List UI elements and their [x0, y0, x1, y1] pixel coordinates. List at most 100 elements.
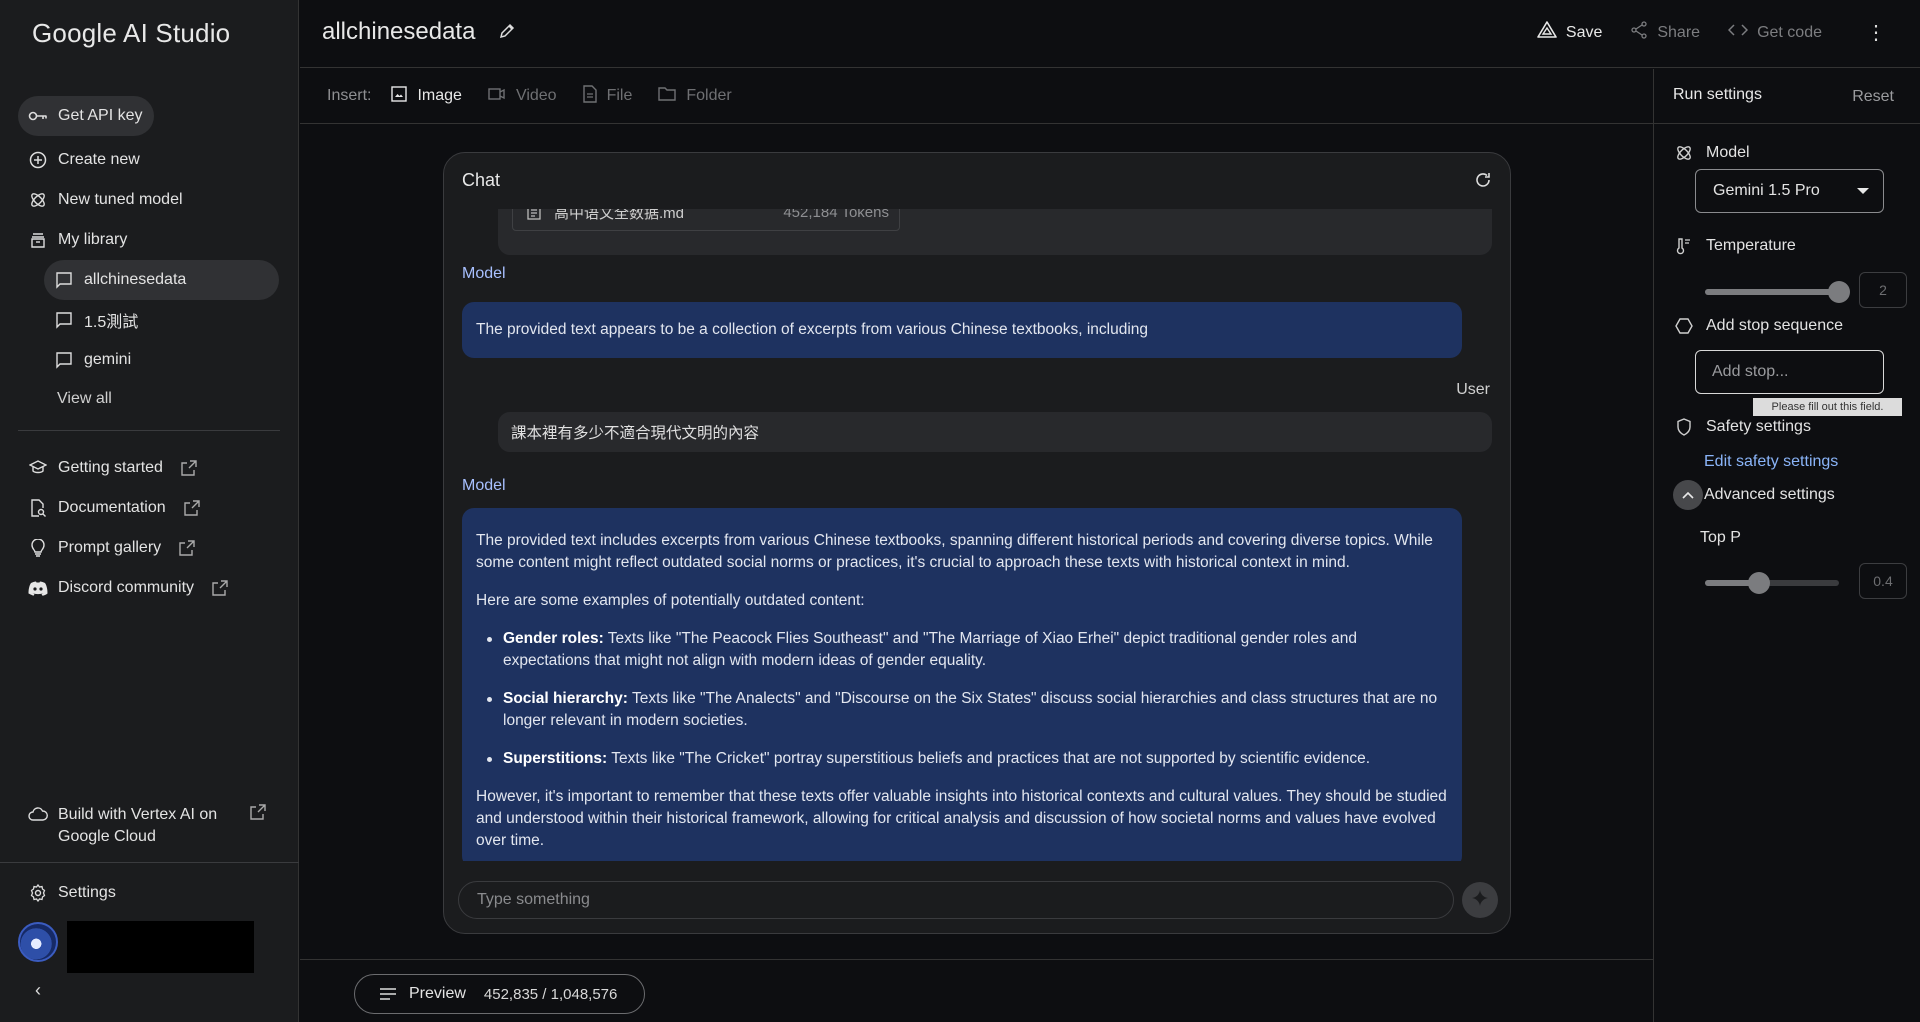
insert-folder-label: Folder — [686, 87, 732, 104]
chat-icon — [54, 350, 74, 370]
model-message: The provided text includes excerpts from… — [462, 508, 1462, 861]
model-select-dropdown[interactable]: Gemini 1.5 Pro — [1695, 169, 1884, 213]
insert-label: Insert: — [327, 87, 372, 104]
sparkle-icon — [1471, 889, 1489, 912]
role-label-model: Model — [462, 477, 506, 494]
chat-messages[interactable]: 高中语文全数据.md 452,184 Tokens Model The prov… — [444, 209, 1510, 861]
bullet-title: Social hierarchy: — [503, 690, 628, 707]
lightbulb-icon — [28, 538, 48, 558]
edit-pencil-icon[interactable] — [498, 22, 518, 42]
add-circle-icon — [28, 150, 48, 170]
run-button[interactable] — [1462, 882, 1498, 918]
temperature-slider-thumb[interactable] — [1828, 281, 1850, 303]
app-logo[interactable]: Google AI Studio — [32, 18, 230, 49]
settings-button[interactable]: Settings — [18, 873, 128, 913]
external-link-icon — [250, 804, 266, 848]
temperature-slider-fill — [1705, 289, 1839, 295]
save-button[interactable]: Save — [1537, 21, 1602, 44]
new-tuned-model-button[interactable]: New tuned model — [18, 180, 195, 220]
external-link-icon — [181, 460, 197, 476]
discord-community-link[interactable]: Discord community — [18, 568, 240, 608]
chat-title: Chat — [462, 170, 501, 190]
prompt-gallery-link[interactable]: Prompt gallery — [18, 528, 207, 568]
get-code-label: Get code — [1757, 23, 1822, 41]
new-tuned-model-label: New tuned model — [58, 191, 183, 208]
preview-button[interactable]: Preview 452,835 / 1,048,576 — [354, 974, 645, 1014]
bullet-text: Texts like "The Cricket" portray superst… — [607, 750, 1371, 767]
library-item-allchinesedata[interactable]: allchinesedata — [44, 260, 279, 300]
video-icon — [488, 87, 506, 106]
add-stop-input[interactable] — [1695, 350, 1884, 394]
insert-image-button[interactable]: Image — [391, 85, 462, 107]
sidebar-divider — [0, 862, 299, 863]
document-icon — [526, 209, 542, 220]
insert-video-label: Video — [515, 87, 557, 104]
attached-file-chip[interactable]: 高中语文全数据.md 452,184 Tokens — [512, 209, 900, 231]
view-all-link[interactable]: View all — [57, 390, 112, 408]
refresh-icon[interactable] — [1474, 171, 1494, 191]
getting-started-link[interactable]: Getting started — [18, 448, 209, 488]
outdated-content-list: Gender roles: Texts like "The Peacock Fl… — [476, 628, 1448, 770]
menu-lines-icon — [379, 987, 397, 1001]
hexagon-icon — [1674, 316, 1694, 336]
discord-icon — [28, 578, 48, 598]
temperature-slider[interactable] — [1705, 281, 1850, 303]
insert-video-button[interactable]: Video — [488, 87, 557, 106]
share-button[interactable]: Share — [1630, 21, 1700, 44]
top-p-slider[interactable] — [1705, 572, 1839, 594]
advanced-settings-chevron-up-icon[interactable] — [1673, 480, 1703, 510]
prompt-gallery-label: Prompt gallery — [58, 539, 162, 556]
shield-icon — [1674, 417, 1694, 437]
gear-icon — [28, 883, 48, 903]
discord-community-label: Discord community — [58, 579, 195, 596]
library-item-1-5-test[interactable]: 1.5測試 — [44, 300, 279, 340]
documentation-link[interactable]: Documentation — [18, 488, 212, 528]
insert-folder-button[interactable]: Folder — [658, 86, 732, 106]
bullet-text: Texts like "The Analects" and "Discourse… — [503, 690, 1438, 729]
sidebar: Google AI Studio Get API key Create new … — [0, 0, 299, 1022]
list-item: Gender roles: Texts like "The Peacock Fl… — [476, 628, 1448, 672]
vertex-ai-label: Build with Vertex AI on Google Cloud — [58, 806, 218, 845]
model-reply-intro: The provided text includes excerpts from… — [476, 532, 1433, 571]
top-p-value-input[interactable]: 0.4 — [1859, 563, 1907, 599]
document-search-icon — [28, 498, 48, 518]
my-library-button[interactable]: My library — [18, 220, 139, 260]
share-label: Share — [1657, 23, 1701, 41]
user-avatar[interactable] — [18, 922, 58, 962]
edit-safety-settings-link[interactable]: Edit safety settings — [1704, 453, 1838, 471]
file-icon — [582, 84, 597, 108]
model-atom-icon — [1674, 143, 1694, 163]
get-code-button[interactable]: Get code — [1728, 23, 1822, 42]
role-label-model: Model — [462, 265, 506, 282]
user-message-text: 課本裡有多少不適合現代文明的內容 — [511, 425, 760, 442]
vertex-ai-link[interactable]: Build with Vertex AI on Google Cloud — [28, 804, 278, 848]
reset-button[interactable]: Reset — [1852, 88, 1894, 106]
external-link-icon — [179, 540, 195, 556]
get-api-key-button[interactable]: Get API key — [18, 96, 155, 136]
model-reply-lead: Here are some examples of potentially ou… — [476, 592, 865, 609]
advanced-settings-label[interactable]: Advanced settings — [1704, 486, 1835, 504]
chat-input[interactable] — [458, 881, 1454, 919]
library-item-label: allchinesedata — [84, 271, 187, 288]
top-p-slider-thumb[interactable] — [1747, 572, 1770, 594]
model-message: The provided text appears to be a collec… — [462, 302, 1462, 358]
bullet-text: Texts like "The Peacock Flies Southeast"… — [503, 630, 1357, 669]
role-label-user: User — [1456, 381, 1490, 398]
external-link-icon — [212, 580, 228, 596]
library-item-gemini[interactable]: gemini — [44, 340, 279, 380]
drive-save-icon — [1537, 21, 1557, 44]
more-options-kebab-icon[interactable]: ⋮ — [1866, 20, 1886, 45]
ai-studio-app: Google AI Studio Get API key Create new … — [0, 0, 1920, 1022]
temperature-setting-label: Temperature — [1674, 236, 1796, 256]
create-new-button[interactable]: Create new — [18, 140, 152, 180]
tuned-model-icon — [28, 190, 48, 210]
insert-file-label: File — [606, 87, 633, 104]
chat-icon — [54, 270, 74, 290]
collapse-sidebar-chevron-left-icon[interactable]: ‹ — [28, 980, 48, 1000]
file-token-count: 452,184 Tokens — [783, 209, 889, 221]
temperature-value-input[interactable]: 2 — [1859, 272, 1907, 308]
top-actions: Save Share Get code ⋮ — [1537, 20, 1886, 45]
library-item-label: 1.5測試 — [84, 314, 139, 331]
insert-file-button[interactable]: File — [582, 84, 633, 108]
run-settings-title: Run settings — [1673, 86, 1762, 103]
